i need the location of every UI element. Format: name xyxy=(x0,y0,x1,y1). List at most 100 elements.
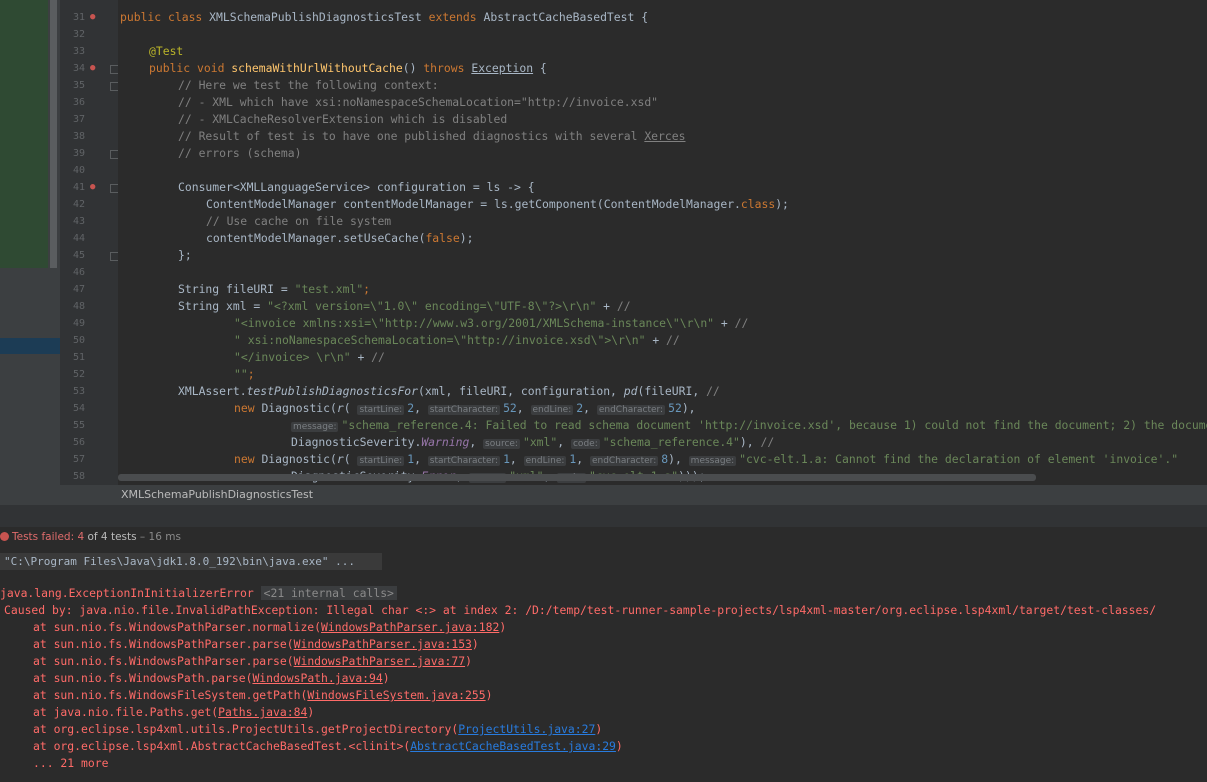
frame-end: ) xyxy=(471,637,479,651)
code-line: String xml = "<?xml version=\"1.0\" enco… xyxy=(178,298,631,315)
code-editor[interactable]: public class XMLSchemaPublishDiagnostics… xyxy=(118,0,1207,485)
comment-line: // errors (schema) xyxy=(178,146,302,160)
line-number: 56 xyxy=(72,437,85,448)
frame-end: ) xyxy=(465,654,472,668)
frame-file-link[interactable]: ProjectUtils.java:27 xyxy=(458,722,595,736)
keyword: class xyxy=(740,197,776,211)
code-token: ; xyxy=(247,367,255,381)
code-token: String xml = xyxy=(178,299,268,313)
line-number: 57 xyxy=(72,454,85,465)
comment-line: // - XML which have xsi:noNamespaceSchem… xyxy=(178,95,659,109)
enum-constant: Warning xyxy=(421,435,470,449)
lambda-breakpoint-icon[interactable]: ● xyxy=(90,182,95,192)
parameter-hint: message: xyxy=(688,456,737,466)
frame-text: at sun.nio.fs.WindowsFileSystem.getPath( xyxy=(33,688,308,702)
string-literal: "test.xml" xyxy=(294,282,364,296)
code-token: + xyxy=(714,316,735,330)
keyword: public class xyxy=(120,10,210,24)
code-token: , xyxy=(557,435,571,449)
code-token: ), xyxy=(681,401,696,415)
string-literal: "xml" xyxy=(522,435,558,449)
run-test-method-icon[interactable]: ● xyxy=(90,63,95,73)
breadcrumb-class[interactable]: XMLSchemaPublishDiagnosticsTest xyxy=(121,488,313,501)
line-number: 32 xyxy=(72,29,85,40)
string-literal: "cvc-elt.1.a: Cannot find the declaratio… xyxy=(739,452,1179,466)
stack-frame: at sun.nio.fs.WindowsPathParser.parse(Wi… xyxy=(33,636,479,653)
code-line: }; xyxy=(178,248,192,262)
frame-end: ) xyxy=(382,671,390,685)
method-call: r xyxy=(336,452,344,466)
frame-file-link[interactable]: WindowsPathParser.java:182 xyxy=(321,620,499,634)
frame-file-link[interactable]: WindowsPath.java:94 xyxy=(252,671,382,685)
internal-calls-toggle[interactable]: <21 internal calls> xyxy=(260,586,397,600)
number-literal: 8 xyxy=(661,452,669,466)
line-number: 40 xyxy=(72,165,85,176)
code-token: ), xyxy=(739,435,761,449)
frame-file-link[interactable]: WindowsFileSystem.java:255 xyxy=(307,688,485,702)
line-number: 51 xyxy=(72,352,85,363)
code-token: { xyxy=(533,61,547,75)
code-token: ; xyxy=(363,282,371,296)
comment-text: // xyxy=(371,350,385,364)
selected-tree-row[interactable] xyxy=(0,338,60,354)
comment-line: // - XMLCacheResolverExtension which is … xyxy=(178,112,508,126)
stack-frame: at java.nio.file.Paths.get(Paths.java:84… xyxy=(33,704,314,721)
frame-file-link[interactable]: WindowsPathParser.java:153 xyxy=(294,637,472,651)
parameter-hint: endLine: xyxy=(523,456,567,466)
exception-line: java.lang.ExceptionInInitializerError <2… xyxy=(0,585,397,602)
class-name: XMLSchemaPublishDiagnosticsTest xyxy=(209,10,429,24)
line-number: 55 xyxy=(72,420,85,431)
parameter-hint: message: xyxy=(291,422,339,432)
code-line: String fileURI = "test.xml"; xyxy=(178,281,370,298)
keyword: new xyxy=(234,401,262,415)
frame-text: at java.nio.file.Paths.get( xyxy=(33,705,219,719)
code-line: public void schemaWithUrlWithoutCache() … xyxy=(149,60,547,77)
code-token: ); xyxy=(459,231,474,245)
frame-file-link[interactable]: Paths.java:84 xyxy=(218,705,307,719)
comment-line: // Here we test the following context: xyxy=(178,78,439,92)
horizontal-scrollbar[interactable] xyxy=(118,474,1036,481)
class-name: AbstractCacheBasedTest { xyxy=(483,10,649,24)
number-literal: 2 xyxy=(576,401,584,415)
keyword: extends xyxy=(428,10,484,24)
code-line: Consumer<XMLLanguageService> configurati… xyxy=(178,180,535,194)
run-toolwindow-header xyxy=(0,505,1207,527)
parameter-hint: endCharacter: xyxy=(596,405,666,415)
line-number: 49 xyxy=(72,318,85,329)
comment-line: // Use cache on file system xyxy=(206,214,392,228)
run-console[interactable]: Tests failed: 4 of 4 tests – 16 ms "C:\P… xyxy=(0,527,1207,782)
code-token: XMLAssert. xyxy=(178,384,247,398)
number-literal: 52 xyxy=(503,401,517,415)
run-test-class-icon[interactable]: ● xyxy=(90,12,95,22)
code-token: (xml, fileURI, configuration, xyxy=(418,384,624,398)
frame-text: at sun.nio.fs.WindowsPath.parse( xyxy=(33,671,253,685)
method-name: schemaWithUrlWithoutCache xyxy=(231,61,403,75)
code-token: ( xyxy=(343,401,351,415)
line-number: 37 xyxy=(72,114,85,125)
line-number: 39 xyxy=(72,148,85,159)
keyword: public void xyxy=(149,61,232,75)
code-line: new Diagnostic(r( startLine: 1, startChar… xyxy=(234,452,1179,466)
tests-failed-label: Tests failed: 4 xyxy=(12,531,85,543)
frame-file-link[interactable]: AbstractCacheBasedTest.java:29 xyxy=(410,739,616,753)
line-number: 48 xyxy=(72,301,85,312)
string-literal: "" xyxy=(234,367,248,381)
line-number: 38 xyxy=(72,131,85,142)
project-scrollbar[interactable] xyxy=(50,0,57,268)
editor-breadcrumb[interactable]: XMLSchemaPublishDiagnosticsTest xyxy=(0,485,1207,505)
stack-frame: at sun.nio.fs.WindowsFileSystem.getPath(… xyxy=(33,687,492,704)
code-token: contentModelManager.setUseCache( xyxy=(206,231,426,245)
line-number: 46 xyxy=(72,267,85,278)
frame-end: ) xyxy=(485,688,493,702)
code-token: ContentModelManager contentModelManager … xyxy=(206,197,741,211)
project-tool-window[interactable] xyxy=(0,0,60,485)
line-number: 45 xyxy=(72,250,85,261)
comment-text: // xyxy=(706,384,720,398)
exception-type: Exception xyxy=(471,61,534,75)
line-number: 44 xyxy=(72,233,85,244)
frame-file-link[interactable]: WindowsPathParser.java:77 xyxy=(294,654,465,668)
command-line[interactable]: "C:\Program Files\Java\jdk1.8.0_192\bin\… xyxy=(0,553,382,570)
parameter-hint: endLine: xyxy=(530,405,574,415)
number-literal: 1 xyxy=(407,452,415,466)
line-number: 52 xyxy=(72,369,85,380)
